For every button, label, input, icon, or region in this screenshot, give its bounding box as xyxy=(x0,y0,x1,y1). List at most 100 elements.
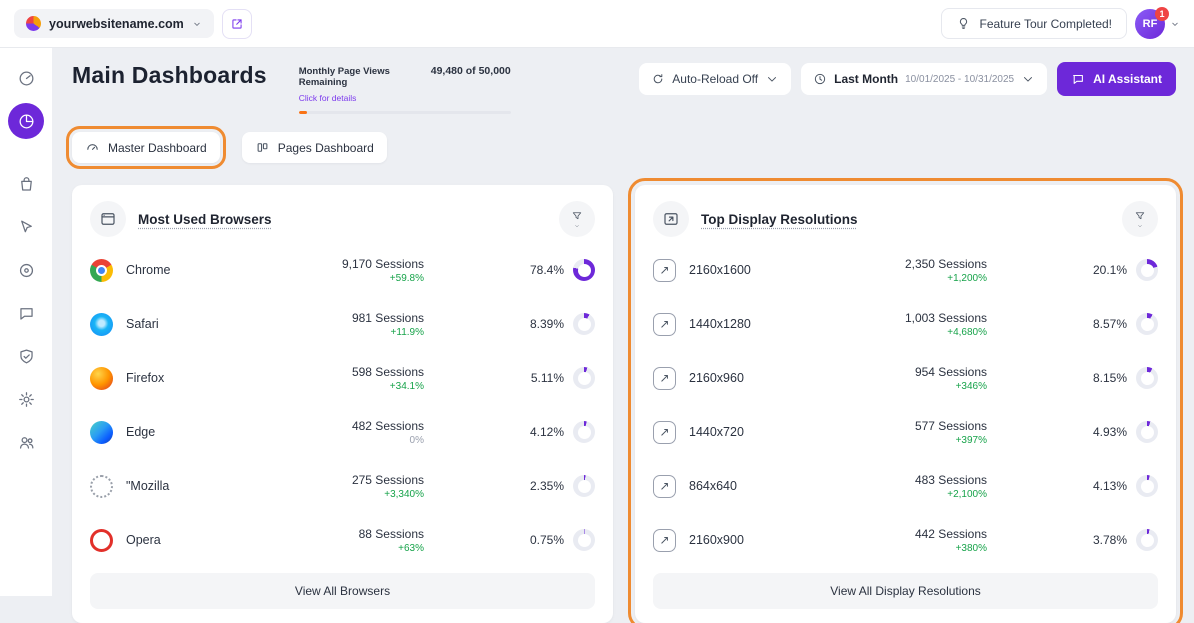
percent-value: 8.39% xyxy=(516,317,564,331)
header-controls: Auto-Reload Off Last Month 10/01/2025 - … xyxy=(639,62,1176,96)
donut-chart xyxy=(573,475,595,497)
page-title: Main Dashboards xyxy=(72,62,267,89)
feedback-icon xyxy=(17,304,36,323)
open-website-button[interactable] xyxy=(222,9,252,39)
lightbulb-icon xyxy=(956,16,971,31)
gauge-icon xyxy=(85,140,100,155)
table-row[interactable]: Safari 981 Sessions +11.9% 8.39% xyxy=(90,297,595,351)
table-row[interactable]: 2160x1600 2,350 Sessions +1,200% 20.1% xyxy=(653,243,1158,297)
clock-icon xyxy=(813,72,827,86)
table-row[interactable]: 2160x900 442 Sessions +380% 3.78% xyxy=(653,513,1158,567)
percent-value: 4.93% xyxy=(1079,425,1127,439)
dashboards-icon xyxy=(17,112,36,131)
change-value: +397% xyxy=(837,435,987,446)
change-value: +11.9% xyxy=(274,327,424,338)
card-most-used-browsers: Most Used Browsers Chrome 9,170 Sessions… xyxy=(72,185,613,623)
table-row[interactable]: 864x640 483 Sessions +2,100% 4.13% xyxy=(653,459,1158,513)
resolution-icon xyxy=(653,201,689,237)
card-title: Most Used Browsers xyxy=(138,212,272,227)
sidebar-item-recordings[interactable] xyxy=(8,252,44,288)
sidebar-item-visitors[interactable] xyxy=(8,424,44,460)
card-top-display-resolutions: Top Display Resolutions 2160x1600 2,350 … xyxy=(635,185,1176,623)
sidebar-item-ecommerce[interactable] xyxy=(8,166,44,202)
firefox-icon xyxy=(90,367,113,390)
sessions-value: 442 Sessions xyxy=(837,527,987,541)
donut-chart xyxy=(573,529,595,551)
quota-label: Monthly Page Views Remaining xyxy=(299,66,423,88)
tab-master-dashboard[interactable]: Master Dashboard xyxy=(72,132,220,163)
ai-assistant-button[interactable]: AI Assistant xyxy=(1057,62,1176,96)
table-row[interactable]: Opera 88 Sessions +63% 0.75% xyxy=(90,513,595,567)
change-value: +4,680% xyxy=(837,327,987,338)
sidebar-item-behaviour[interactable] xyxy=(8,209,44,245)
avatar: RF 1 xyxy=(1135,9,1165,39)
percent-value: 3.78% xyxy=(1079,533,1127,547)
row-label: Edge xyxy=(126,425,274,439)
table-row[interactable]: Chrome 9,170 Sessions +59.8% 78.4% xyxy=(90,243,595,297)
columns-icon xyxy=(255,140,270,155)
change-value: +59.8% xyxy=(274,273,424,284)
refresh-icon xyxy=(651,72,665,86)
filter-button[interactable] xyxy=(559,201,595,237)
date-range-picker[interactable]: Last Month 10/01/2025 - 10/31/2025 xyxy=(801,63,1047,95)
row-label: 2160x900 xyxy=(689,533,837,547)
row-label: Safari xyxy=(126,317,274,331)
donut-chart xyxy=(1136,367,1158,389)
table-row[interactable]: Edge 482 Sessions 0% 4.12% xyxy=(90,405,595,459)
auto-reload-dropdown[interactable]: Auto-Reload Off xyxy=(639,63,791,95)
table-row[interactable]: 2160x960 954 Sessions +346% 8.15% xyxy=(653,351,1158,405)
sessions-value: 9,170 Sessions xyxy=(274,257,424,271)
row-label: Chrome xyxy=(126,263,274,277)
sessions-value: 1,003 Sessions xyxy=(837,311,987,325)
dashboard-tabs: Master Dashboard Pages Dashboard xyxy=(72,132,1176,163)
resolution-icon xyxy=(653,475,676,498)
quota-value: 49,480 of 50,000 xyxy=(431,65,511,77)
ecommerce-icon xyxy=(17,175,36,194)
chrome-icon xyxy=(90,259,113,282)
donut-chart xyxy=(1136,259,1158,281)
table-row[interactable]: "Mozilla 275 Sessions +3,340% 2.35% xyxy=(90,459,595,513)
visitors-icon xyxy=(17,433,36,452)
change-value: +34.1% xyxy=(274,381,424,392)
sidebar-item-overview[interactable] xyxy=(8,60,44,96)
sessions-value: 88 Sessions xyxy=(274,527,424,541)
sessions-value: 577 Sessions xyxy=(837,419,987,433)
sidebar-item-privacy[interactable] xyxy=(8,338,44,374)
tab-pages-dashboard[interactable]: Pages Dashboard xyxy=(242,132,387,163)
change-value: +1,200% xyxy=(837,273,987,284)
auto-reload-label: Auto-Reload Off xyxy=(672,72,758,86)
browser-window-icon xyxy=(90,201,126,237)
sidebar-item-feedback[interactable] xyxy=(8,295,44,331)
funnel-icon xyxy=(570,210,584,222)
cards-grid: Most Used Browsers Chrome 9,170 Sessions… xyxy=(72,185,1176,623)
external-link-icon xyxy=(230,17,244,31)
quota-details-link[interactable]: Click for details xyxy=(299,93,357,103)
percent-value: 0.75% xyxy=(516,533,564,547)
page-header: Main Dashboards Monthly Page Views Remai… xyxy=(72,62,1176,114)
sidebar-item-settings[interactable] xyxy=(8,381,44,417)
row-label: Opera xyxy=(126,533,274,547)
table-row[interactable]: 1440x720 577 Sessions +397% 4.93% xyxy=(653,405,1158,459)
change-value: +346% xyxy=(837,381,987,392)
website-selector[interactable]: yourwebsitename.com xyxy=(14,9,214,38)
tab-label: Pages Dashboard xyxy=(278,141,374,155)
view-all-resolutions-button[interactable]: View All Display Resolutions xyxy=(653,573,1158,609)
feature-tour-button[interactable]: Feature Tour Completed! xyxy=(941,8,1127,39)
row-label: "Mozilla xyxy=(126,479,274,493)
table-row[interactable]: 1440x1280 1,003 Sessions +4,680% 8.57% xyxy=(653,297,1158,351)
percent-value: 2.35% xyxy=(516,479,564,493)
privacy-icon xyxy=(17,347,36,366)
settings-icon xyxy=(17,390,36,409)
sidebar-item-dashboards[interactable] xyxy=(8,103,44,139)
donut-chart xyxy=(1136,313,1158,335)
filter-button[interactable] xyxy=(1122,201,1158,237)
opera-icon xyxy=(90,529,113,552)
resolution-icon xyxy=(653,529,676,552)
page-views-quota[interactable]: Monthly Page Views Remaining 49,480 of 5… xyxy=(299,65,511,114)
overview-icon xyxy=(17,69,36,88)
table-row[interactable]: Firefox 598 Sessions +34.1% 5.11% xyxy=(90,351,595,405)
safari-icon xyxy=(90,313,113,336)
quota-progress-bar xyxy=(299,111,511,114)
account-menu[interactable]: RF 1 xyxy=(1135,9,1180,39)
view-all-browsers-button[interactable]: View All Browsers xyxy=(90,573,595,609)
